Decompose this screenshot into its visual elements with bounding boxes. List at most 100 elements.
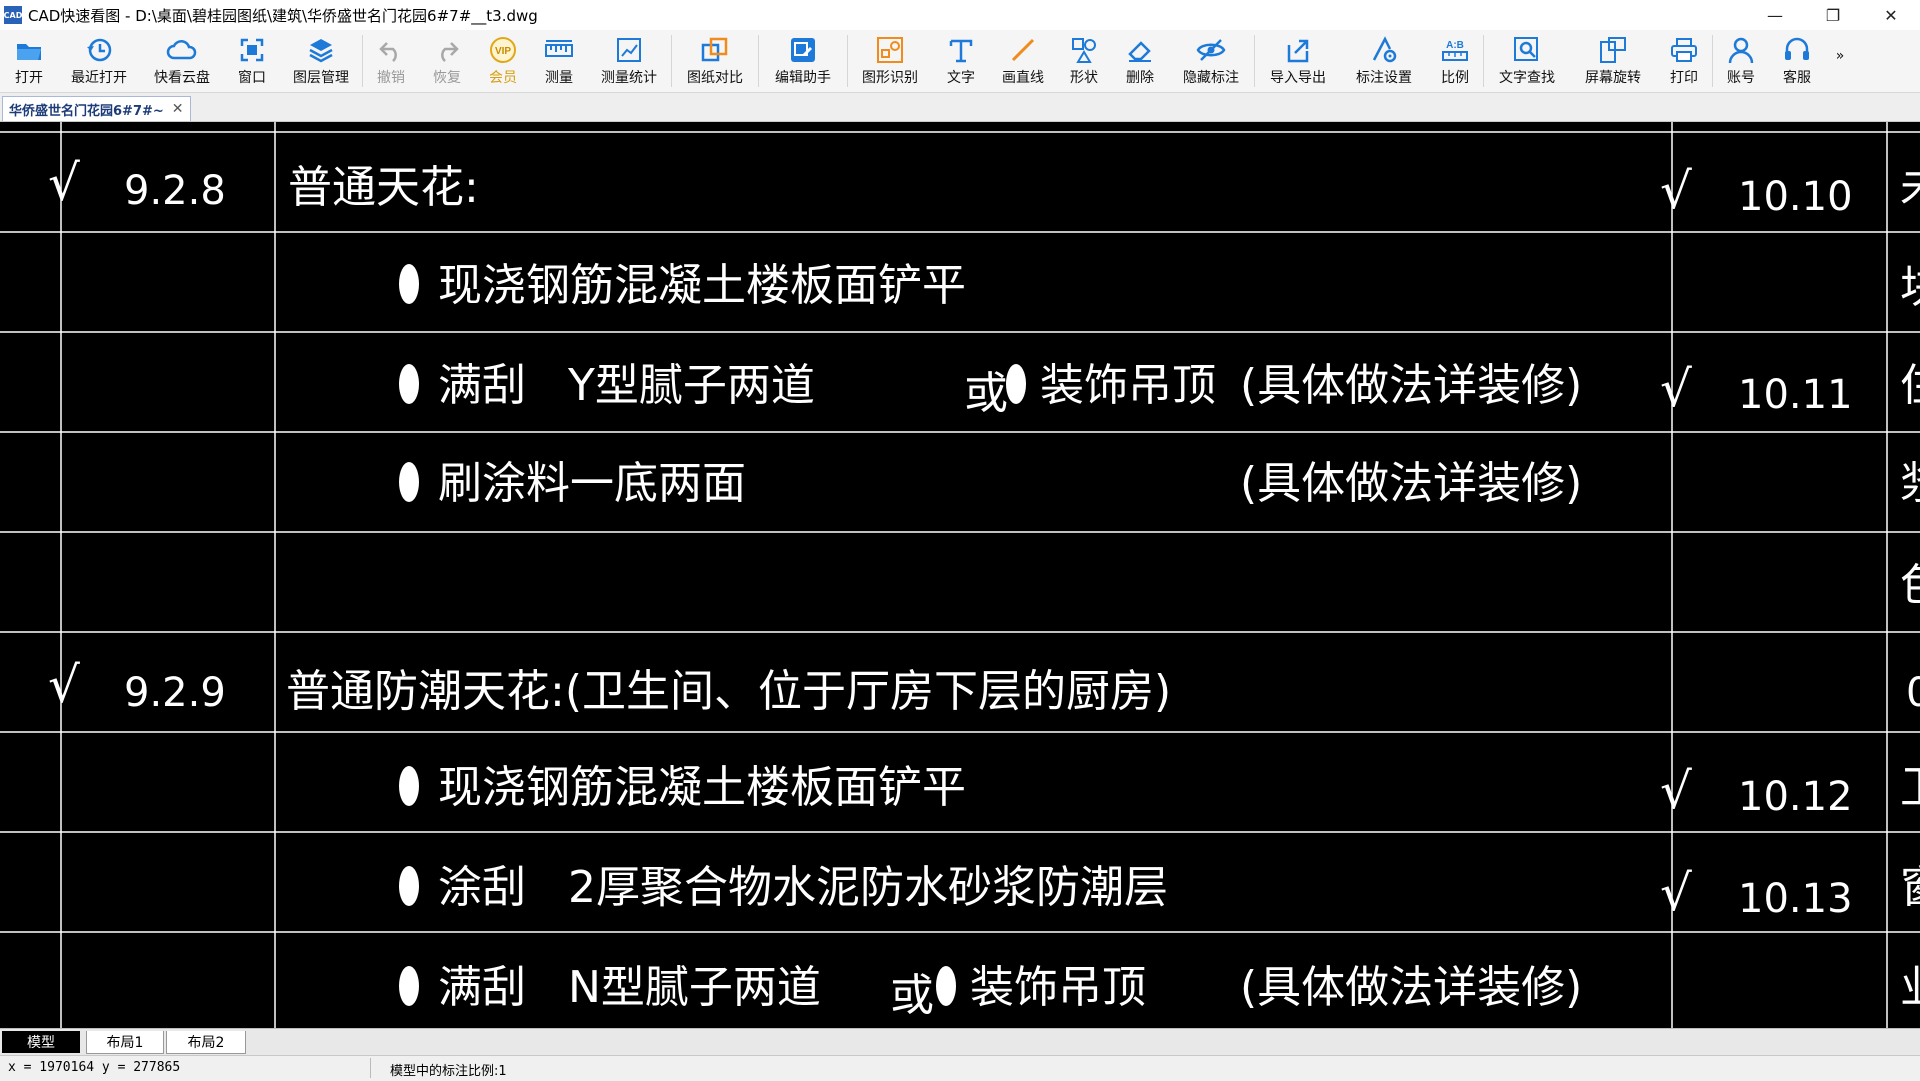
edit-helper-label: 编辑助手 [775,70,831,86]
document-tab-bar: 华侨盛世名门花园6#7#~ ✕ [0,93,1920,122]
delete-button[interactable]: 删除 [1112,30,1168,90]
import-export-icon [1285,36,1311,64]
delete-label: 删除 [1126,70,1154,86]
redo-button[interactable]: 恢复 [419,30,475,90]
item-number-10-12: 10.12 [1738,774,1853,820]
item-n-putty: 满刮 N型腻子两道 [438,962,821,1013]
check-mark: √ [1660,162,1692,220]
edge-text: 未 [1900,162,1920,213]
bullet-dot [399,866,419,906]
bullet-dot [399,462,419,502]
edge-text: 业 [1900,962,1920,1013]
shape-recognition-icon [876,36,904,64]
eraser-icon [1126,36,1154,64]
shape-recognition-label: 图形识别 [862,70,918,86]
edge-text: 块 [1900,262,1920,313]
mark-settings-label: 标注设置 [1356,70,1412,86]
tab-document[interactable]: 华侨盛世名门花园6#7#~ ✕ [2,96,191,121]
history-clock-icon [85,36,113,64]
or-text: 或 [964,368,1008,419]
undo-arrow-icon [378,36,404,64]
layer-manager-label: 图层管理 [293,70,349,86]
text-t-icon [948,36,974,64]
toolbar-overflow-button[interactable]: » [1825,30,1855,90]
item-y-putty: 满刮 Y型腻子两道 [438,360,815,411]
cursor-coordinates: x = 1970164 y = 277865 [8,1060,181,1075]
tab-layout2[interactable]: 布局2 [166,1031,246,1054]
drawing-canvas[interactable]: √ 9.2.8 √ 9.2.9 普通天花: 普通防潮天花:(卫生间、位于厅房下层… [0,122,1920,1028]
shape-button[interactable]: 形状 [1056,30,1112,90]
shape-recognition-button[interactable]: 图形识别 [848,30,932,90]
draw-line-button[interactable]: 画直线 [990,30,1056,90]
folder-open-icon [15,36,43,64]
open-button[interactable]: 打开 [0,30,58,90]
account-label: 账号 [1727,70,1755,86]
check-mark: √ [48,656,80,714]
layer-manager-button[interactable]: 图层管理 [280,30,362,90]
text-search-button[interactable]: 文字查找 [1484,30,1570,90]
rotate-screen-icon [1599,36,1627,64]
text-tool-button[interactable]: 文字 [932,30,990,90]
text-tool-label: 文字 [947,70,975,86]
ruler-icon [544,36,574,64]
see-decoration-note: (具体做法详装修) [1240,360,1582,411]
drawing-compare-button[interactable]: 图纸对比 [672,30,758,90]
minimize-button[interactable]: — [1746,0,1804,30]
recent-open-button[interactable]: 最近打开 [58,30,140,90]
tab-layout1[interactable]: 布局1 [86,1031,164,1054]
edge-text: 色 [1900,560,1920,611]
see-decoration-note: (具体做法详装修) [1240,962,1582,1013]
bullet-dot [936,966,956,1006]
layout-tab-bar: 模型 布局1 布局2 [0,1028,1920,1055]
window-button[interactable]: 窗口 [224,30,280,90]
status-divider [370,1058,371,1078]
main-toolbar: 打开 最近打开 快看云盘 窗口 图层管理 撤销 恢复 VIP 会员 测量 测量统… [0,30,1920,93]
customer-service-button[interactable]: 客服 [1769,30,1825,90]
bullet-dot [399,264,419,304]
cloud-icon [166,36,198,64]
measure-button[interactable]: 测量 [531,30,587,90]
edit-helper-icon [789,36,817,64]
document-tab-label: 华侨盛世名门花园6#7#~ [9,103,164,119]
import-export-button[interactable]: 导入导出 [1255,30,1341,90]
shapes-icon [1070,36,1098,64]
bullet-dot [399,966,419,1006]
tab-model[interactable]: 模型 [2,1031,80,1053]
measure-stats-button[interactable]: 测量统计 [587,30,671,90]
item-concrete-slab-2: 现浇钢筋混凝土楼板面铲平 [438,762,966,813]
check-mark: √ [48,154,80,212]
item-paint: 刷涂料一底两面 [438,458,746,509]
vip-badge-text: VIP [495,46,511,57]
edit-helper-button[interactable]: 编辑助手 [759,30,847,90]
decorative-ceiling-text: 装饰吊顶 [1040,360,1216,411]
screen-rotate-label: 屏幕旋转 [1585,70,1641,86]
ratio-button[interactable]: A:B 比例 [1427,30,1483,90]
edge-text: 窗 [1900,862,1920,913]
window-label: 窗口 [238,70,266,86]
close-tab-icon[interactable]: ✕ [172,101,184,117]
cloud-disk-button[interactable]: 快看云盘 [140,30,224,90]
restore-button[interactable]: ❐ [1804,0,1862,30]
drawing-compare-label: 图纸对比 [687,70,743,86]
window-title: CAD快速看图 - D:\桌面\碧桂园图纸\建筑\华侨盛世名门花园6#7#__t… [28,6,538,25]
hide-marks-label: 隐藏标注 [1183,70,1239,86]
vip-member-button[interactable]: VIP 会员 [475,30,531,90]
hide-marks-button[interactable]: 隐藏标注 [1168,30,1254,90]
print-button[interactable]: 打印 [1656,30,1712,90]
text-search-label: 文字查找 [1499,70,1555,86]
undo-button[interactable]: 撤销 [363,30,419,90]
undo-label: 撤销 [377,70,405,86]
title-bar: CAD CAD快速看图 - D:\桌面\碧桂园图纸\建筑\华侨盛世名门花园6#7… [0,0,1920,30]
heading-moisture-proof-ceiling: 普通防潮天花:(卫生间、位于厅房下层的厨房) [286,666,1171,717]
account-button[interactable]: 账号 [1713,30,1769,90]
annotation-scale: 模型中的标注比例:1 [390,1064,507,1079]
heading-ordinary-ceiling: 普通天花: [288,162,479,213]
item-number-10-13: 10.13 [1738,876,1853,922]
item-number-9-2-8: 9.2.8 [124,168,226,214]
customer-service-label: 客服 [1783,70,1811,86]
measure-label: 测量 [545,70,573,86]
close-window-button[interactable]: ✕ [1862,0,1920,30]
mark-settings-button[interactable]: 标注设置 [1341,30,1427,90]
screen-rotate-button[interactable]: 屏幕旋转 [1570,30,1656,90]
fullscreen-icon [239,36,265,64]
